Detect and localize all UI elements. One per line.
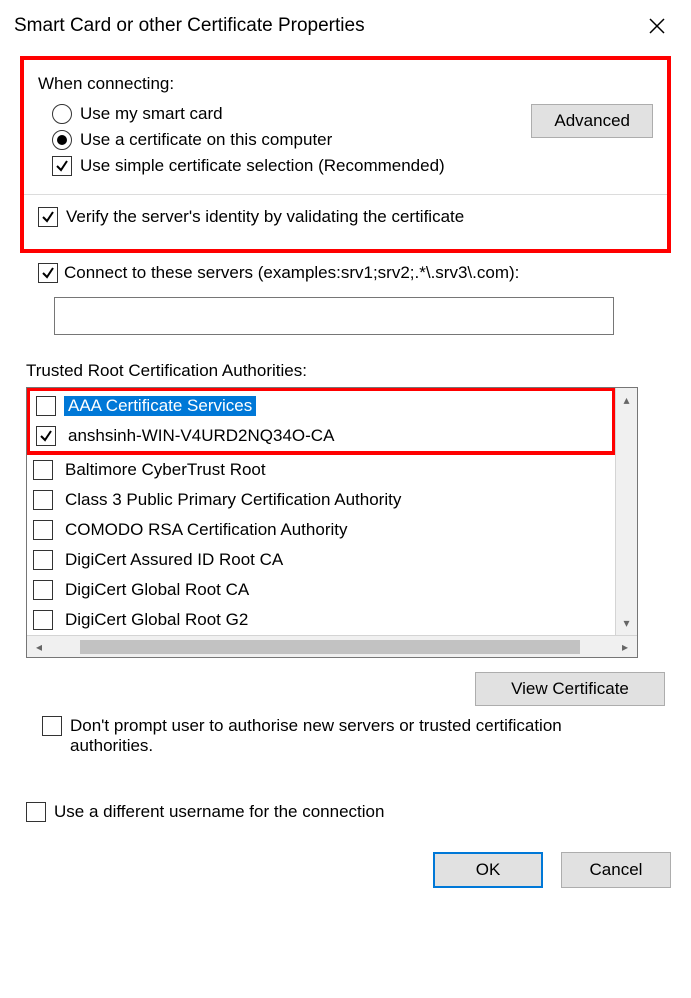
- radio-icon: [52, 130, 72, 150]
- checkbox-icon: [38, 263, 58, 283]
- radio-use-smart-card[interactable]: Use my smart card: [38, 104, 445, 124]
- checkbox-icon[interactable]: [33, 550, 53, 570]
- checkbox-connect-servers[interactable]: Connect to these servers (examples:srv1;…: [38, 263, 671, 283]
- checkbox-label: Use a different username for the connect…: [54, 802, 384, 822]
- list-item[interactable]: DigiCert Assured ID Root CA: [27, 545, 615, 575]
- list-item[interactable]: AAA Certificate Services: [30, 391, 612, 421]
- scroll-right-icon[interactable]: ▸: [613, 640, 637, 654]
- highlight-box-connecting: When connecting: Use my smart card Use a…: [20, 56, 671, 253]
- checkbox-verify-server[interactable]: Verify the server's identity by validati…: [38, 207, 653, 227]
- scroll-up-icon[interactable]: ▴: [616, 388, 638, 412]
- list-item-label: Class 3 Public Primary Certification Aut…: [61, 490, 405, 510]
- advanced-button[interactable]: Advanced: [531, 104, 653, 138]
- checkbox-label: Connect to these servers (examples:srv1;…: [64, 263, 519, 283]
- list-item-label: COMODO RSA Certification Authority: [61, 520, 351, 540]
- vertical-scrollbar[interactable]: ▴ ▾: [615, 388, 637, 635]
- checkbox-icon[interactable]: [33, 610, 53, 630]
- list-item-label: DigiCert Global Root G2: [61, 610, 252, 630]
- radio-label: Use a certificate on this computer: [80, 130, 332, 150]
- scroll-down-icon[interactable]: ▾: [616, 611, 638, 635]
- scroll-left-icon[interactable]: ◂: [27, 640, 51, 654]
- checkbox-icon[interactable]: [33, 520, 53, 540]
- servers-input[interactable]: [54, 297, 614, 335]
- list-item-label: DigiCert Assured ID Root CA: [61, 550, 287, 570]
- checkbox-label: Use simple certificate selection (Recomm…: [80, 156, 445, 176]
- dialog-title: Smart Card or other Certificate Properti…: [14, 15, 365, 37]
- checkbox-label: Don't prompt user to authorise new serve…: [70, 716, 630, 756]
- radio-use-cert-on-computer[interactable]: Use a certificate on this computer: [38, 130, 445, 150]
- checkbox-icon[interactable]: [33, 580, 53, 600]
- ok-button[interactable]: OK: [433, 852, 543, 888]
- list-item[interactable]: COMODO RSA Certification Authority: [27, 515, 615, 545]
- list-item-label: AAA Certificate Services: [64, 396, 256, 416]
- checkbox-icon[interactable]: [33, 460, 53, 480]
- checkbox-dont-prompt[interactable]: Don't prompt user to authorise new serve…: [42, 716, 665, 756]
- list-item[interactable]: DigiCert Global Root G2: [27, 605, 615, 635]
- list-item-label: Baltimore CyberTrust Root: [61, 460, 270, 480]
- checkbox-simple-selection[interactable]: Use simple certificate selection (Recomm…: [38, 156, 445, 176]
- titlebar: Smart Card or other Certificate Properti…: [0, 0, 691, 52]
- dialog-content: When connecting: Use my smart card Use a…: [0, 52, 691, 898]
- checkbox-icon[interactable]: [36, 426, 56, 446]
- checkbox-icon[interactable]: [33, 490, 53, 510]
- checkbox-icon: [52, 156, 72, 176]
- checkbox-icon: [38, 207, 58, 227]
- radio-label: Use my smart card: [80, 104, 223, 124]
- checkbox-label: Verify the server's identity by validati…: [66, 207, 464, 227]
- checkbox-icon[interactable]: [36, 396, 56, 416]
- cancel-button[interactable]: Cancel: [561, 852, 671, 888]
- checkbox-icon: [42, 716, 62, 736]
- close-button[interactable]: [639, 8, 675, 44]
- trusted-root-listbox[interactable]: AAA Certificate Services anshsinh-WIN-V4U…: [26, 387, 638, 658]
- list-item[interactable]: Class 3 Public Primary Certification Aut…: [27, 485, 615, 515]
- list-item[interactable]: DigiCert Global Root CA: [27, 575, 615, 605]
- checkbox-use-diff-username[interactable]: Use a different username for the connect…: [26, 802, 671, 822]
- checkbox-icon: [26, 802, 46, 822]
- list-item-label: anshsinh-WIN-V4URD2NQ34O-CA: [64, 426, 338, 446]
- divider: [24, 194, 667, 195]
- when-connecting-label: When connecting:: [38, 74, 445, 94]
- radio-icon: [52, 104, 72, 124]
- list-item[interactable]: Baltimore CyberTrust Root: [27, 455, 615, 485]
- list-item-label: DigiCert Global Root CA: [61, 580, 253, 600]
- dialog-button-bar: OK Cancel: [20, 852, 671, 888]
- view-certificate-button[interactable]: View Certificate: [475, 672, 665, 706]
- horizontal-scrollbar[interactable]: ◂ ▸: [27, 635, 637, 657]
- list-item[interactable]: anshsinh-WIN-V4URD2NQ34O-CA: [30, 421, 612, 451]
- close-icon: [648, 17, 666, 35]
- trusted-root-label: Trusted Root Certification Authorities:: [26, 361, 671, 381]
- scroll-thumb[interactable]: [80, 640, 580, 654]
- highlight-box-ca: AAA Certificate Services anshsinh-WIN-V4U…: [27, 388, 615, 455]
